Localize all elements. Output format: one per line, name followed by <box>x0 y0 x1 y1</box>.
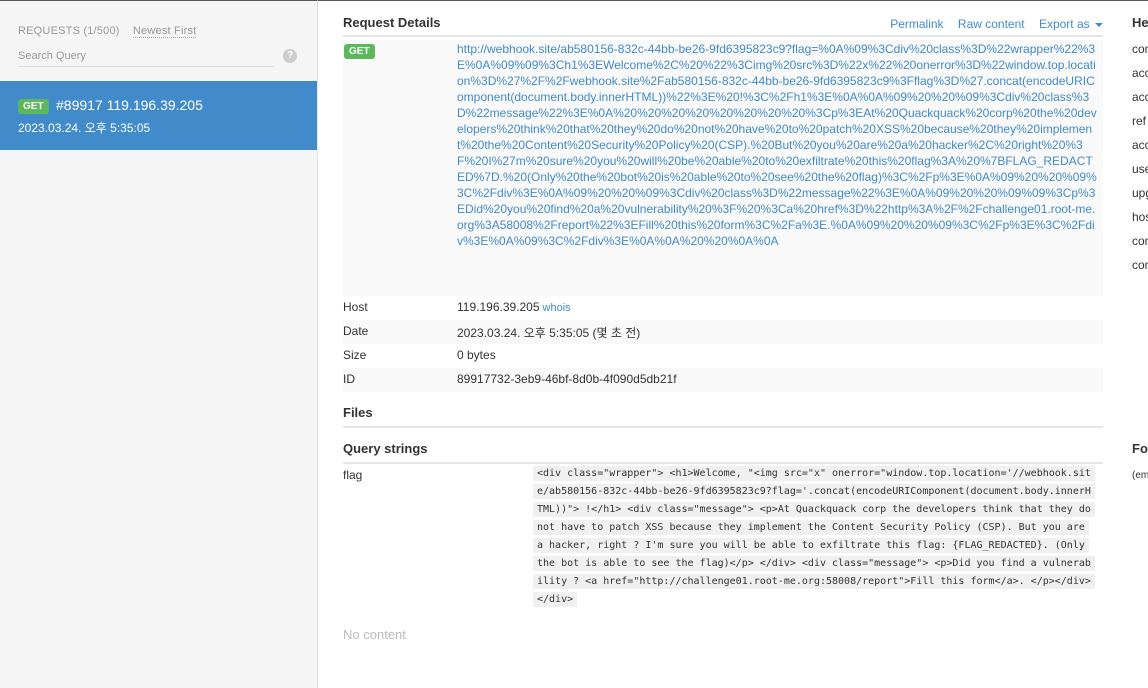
request-time: 2023.03.24. 오후 5:35:05 <box>18 121 151 135</box>
form-values-title: Fo <box>1132 441 1148 456</box>
date-label: Date <box>343 324 369 338</box>
detail-actions: Permalink Raw content Export as <box>879 17 1103 31</box>
host-row: Host 119.196.39.205 whois <box>343 296 1103 320</box>
divider <box>343 426 1103 428</box>
method-badge: GET <box>344 44 375 59</box>
export-as-dropdown[interactable]: Export as <box>1039 17 1103 31</box>
help-icon[interactable]: ? <box>283 49 297 63</box>
whois-link[interactable]: whois <box>543 302 571 314</box>
host-ip: 119.196.39.205 <box>457 300 540 314</box>
search-query-input[interactable] <box>18 45 274 67</box>
query-string-code: <div class="wrapper"> <h1>Welcome, "<img… <box>533 466 1095 607</box>
headers-title: He <box>1132 15 1148 30</box>
request-title: #89917 119.196.39.205 <box>56 97 203 113</box>
request-url-link[interactable]: http://webhook.site/ab580156-832c-44bb-b… <box>457 41 1099 249</box>
export-as-label: Export as <box>1038 17 1090 31</box>
no-content-label: No content <box>343 627 406 642</box>
id-row: ID 89917732-3eb9-46bf-8d0b-4f090d5db21f <box>343 368 1103 392</box>
header-key: use <box>1132 162 1148 176</box>
header-key: con <box>1132 234 1148 248</box>
header-key: acc <box>1132 90 1148 104</box>
header-key: acc <box>1132 138 1148 152</box>
header-key: acc <box>1132 66 1148 80</box>
date-row: Date 2023.03.24. 오후 5:35:05 (몇 초 전) <box>343 320 1103 344</box>
sidebar: REQUESTS (1/500) Newest First ? GET #899… <box>0 0 318 688</box>
method-badge: GET <box>18 99 49 114</box>
header-key: ref <box>1132 114 1147 128</box>
header-key: con <box>1132 258 1148 272</box>
header-key: con <box>1132 42 1148 56</box>
query-strings-title: Query strings <box>343 441 428 456</box>
requests-count: REQUESTS (1/500) <box>18 25 120 37</box>
request-details-title: Request Details <box>343 15 441 30</box>
request-list-item[interactable]: GET #89917 119.196.39.205 2023.03.24. 오후… <box>0 81 317 150</box>
query-string-value: <div class="wrapper"> <h1>Welcome, "<img… <box>533 465 1096 609</box>
header-key: hos <box>1132 210 1148 224</box>
size-label: Size <box>343 348 367 362</box>
form-values-empty: (em <box>1132 470 1148 481</box>
raw-content-link[interactable]: Raw content <box>958 17 1025 31</box>
host-value: 119.196.39.205 whois <box>457 300 571 314</box>
id-value: 89917732-3eb9-46bf-8d0b-4f090d5db21f <box>457 372 677 386</box>
size-row: Size 0 bytes <box>343 344 1103 368</box>
request-details-panel: Request Details Permalink Raw content Ex… <box>318 0 1126 688</box>
divider <box>343 35 1103 37</box>
header-key: upg <box>1132 186 1148 200</box>
requests-header: REQUESTS (1/500) Newest First <box>18 25 197 38</box>
host-label: Host <box>343 300 368 314</box>
permalink-link[interactable]: Permalink <box>890 17 943 31</box>
sort-order-toggle[interactable]: Newest First <box>132 25 197 38</box>
chevron-down-icon <box>1095 22 1103 27</box>
headers-panel: He con acc acc ref acc use upg hos con c… <box>1126 0 1148 688</box>
date-value: 2023.03.24. 오후 5:35:05 (몇 초 전) <box>457 326 641 340</box>
divider <box>343 462 1103 464</box>
query-string-key: flag <box>343 468 363 482</box>
size-value: 0 bytes <box>457 348 496 362</box>
url-row: GET http://webhook.site/ab580156-832c-44… <box>343 40 1103 296</box>
id-label: ID <box>343 372 355 386</box>
files-title: Files <box>343 405 373 420</box>
